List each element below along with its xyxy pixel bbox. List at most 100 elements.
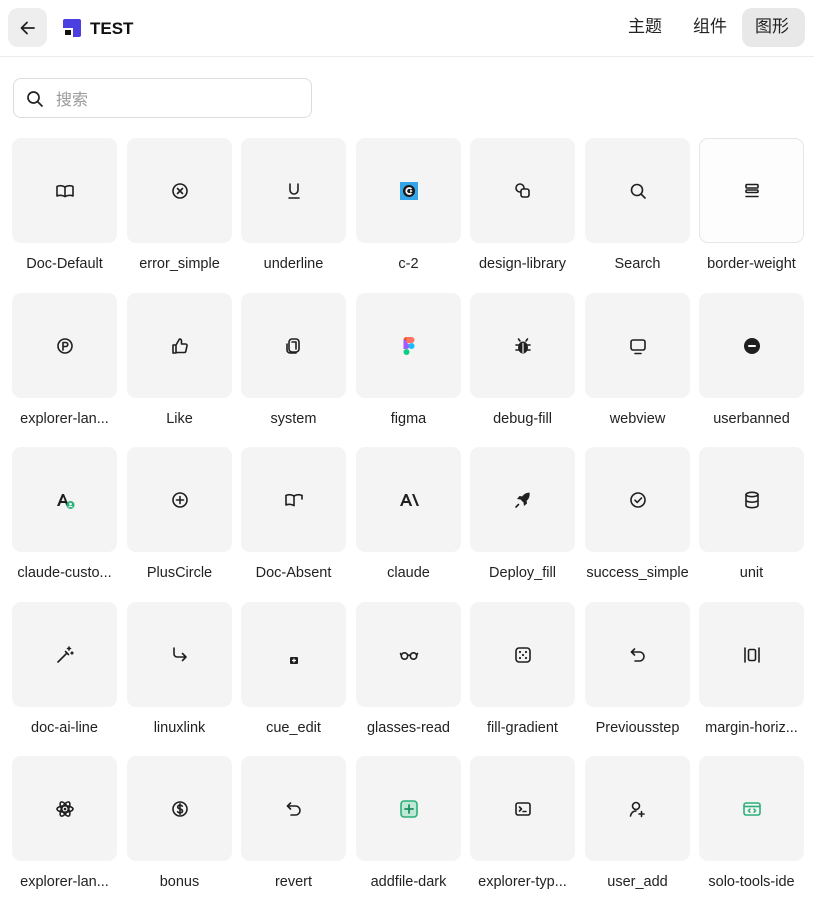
revert-icon <box>286 801 301 816</box>
arrow-left-icon <box>20 21 35 34</box>
plus-circle-icon <box>171 491 188 508</box>
doc-absent-icon <box>284 493 303 506</box>
icon-tile[interactable] <box>699 602 804 707</box>
icon-tile[interactable] <box>241 293 346 398</box>
icon-label: solo-tools-ide <box>708 874 795 890</box>
icon-label: unit <box>739 565 764 581</box>
icon-tile[interactable] <box>241 447 346 552</box>
icon-tile[interactable] <box>12 602 117 707</box>
icon-label: success_simple <box>586 565 689 581</box>
icon-tile[interactable] <box>12 447 117 552</box>
icon-tile[interactable] <box>12 756 117 861</box>
icon-tile[interactable] <box>356 447 461 552</box>
icon-tile[interactable] <box>585 293 690 398</box>
icon-tile[interactable] <box>470 138 575 243</box>
icon-tile[interactable] <box>699 293 804 398</box>
icon-tile[interactable] <box>356 293 461 398</box>
search-box[interactable] <box>13 78 312 118</box>
dollar-circle-icon <box>171 800 188 817</box>
icon-tile[interactable] <box>470 602 575 707</box>
rocket-icon <box>514 492 530 508</box>
icon-label: Search <box>614 256 661 272</box>
bug-icon <box>514 337 531 353</box>
app-logo-icon <box>63 19 81 37</box>
terminal-icon <box>514 801 531 816</box>
icon-label: error_simple <box>139 256 220 272</box>
atom-icon <box>55 800 74 817</box>
icon-tile[interactable] <box>12 293 117 398</box>
icon-label: fill-gradient <box>487 720 558 736</box>
icon-tile[interactable] <box>699 447 804 552</box>
icon-label: doc-ai-line <box>31 720 98 736</box>
user-add-icon <box>629 801 645 817</box>
icon-tile[interactable] <box>356 756 461 861</box>
dice-icon <box>514 646 531 663</box>
database-icon <box>744 490 759 508</box>
icon-label: addfile-dark <box>370 874 447 890</box>
tab-theme[interactable]: 主题 <box>615 8 675 47</box>
check-circle-icon <box>629 491 646 508</box>
corner-down-right-icon <box>172 646 187 661</box>
claude-custom-icon <box>56 493 74 509</box>
icon-tile[interactable] <box>470 447 575 552</box>
icon-label: explorer-typ... <box>478 874 567 890</box>
icon-label: cue_edit <box>266 720 321 736</box>
icon-tile[interactable] <box>470 756 575 861</box>
icon-tile[interactable] <box>241 756 346 861</box>
magic-wand-icon <box>56 645 74 663</box>
icon-label: explorer-lan... <box>20 411 109 427</box>
icon-label: bonus <box>159 874 200 890</box>
icon-tile[interactable] <box>127 602 232 707</box>
icon-tile[interactable] <box>127 447 232 552</box>
c-2-logo-icon <box>399 181 418 200</box>
icon-label: claude-custo... <box>17 565 112 581</box>
figma-icon <box>403 336 414 355</box>
icon-tile[interactable] <box>241 602 346 707</box>
icon-tile[interactable] <box>356 602 461 707</box>
icon-tile[interactable] <box>127 756 232 861</box>
icon-tile[interactable] <box>356 138 461 243</box>
icon-tile[interactable] <box>585 138 690 243</box>
top-bar: TEST 主题 组件 图形 <box>0 0 814 57</box>
monitor-icon <box>629 338 646 354</box>
icon-label: system <box>270 411 317 427</box>
thumbs-up-icon <box>171 337 188 354</box>
system-icon <box>285 337 300 354</box>
search-input[interactable] <box>54 85 303 113</box>
icon-label: debug-fill <box>493 411 552 427</box>
icon-label: Doc-Default <box>26 256 103 272</box>
icon-tile[interactable] <box>127 138 232 243</box>
ide-icon <box>742 801 761 816</box>
book-open-icon <box>55 184 74 197</box>
icon-tile[interactable] <box>12 138 117 243</box>
search-icon <box>630 183 646 199</box>
icon-tile[interactable] <box>585 602 690 707</box>
design-library-icon <box>514 182 530 198</box>
icon-label: claude <box>387 565 430 581</box>
icon-tile[interactable] <box>585 756 690 861</box>
icon-tile[interactable] <box>699 756 804 861</box>
icon-tile[interactable] <box>127 293 232 398</box>
icon-tile[interactable] <box>699 138 804 243</box>
cue-edit-icon <box>289 656 298 664</box>
icon-tile[interactable] <box>241 138 346 243</box>
icon-tile[interactable] <box>585 447 690 552</box>
icon-label: border-weight <box>707 256 796 272</box>
app-title: TEST <box>90 19 134 38</box>
underline-icon <box>287 182 300 199</box>
add-file-icon <box>399 799 418 818</box>
icon-label: explorer-lan... <box>20 874 109 890</box>
icon-label: PlusCircle <box>146 565 213 581</box>
p-circle-icon <box>56 337 73 354</box>
icon-label: webview <box>609 411 666 427</box>
back-button[interactable] <box>8 8 47 47</box>
icon-label: linuxlink <box>153 720 206 736</box>
icon-label: Doc-Absent <box>255 565 332 581</box>
claude-icon <box>399 493 419 506</box>
tab-graphics[interactable]: 图形 <box>742 8 805 47</box>
tab-components[interactable]: 组件 <box>680 8 740 47</box>
icon-tile[interactable] <box>470 293 575 398</box>
x-circle-icon <box>171 182 188 199</box>
undo-icon <box>630 647 645 662</box>
icon-label: Deploy_fill <box>489 565 556 581</box>
